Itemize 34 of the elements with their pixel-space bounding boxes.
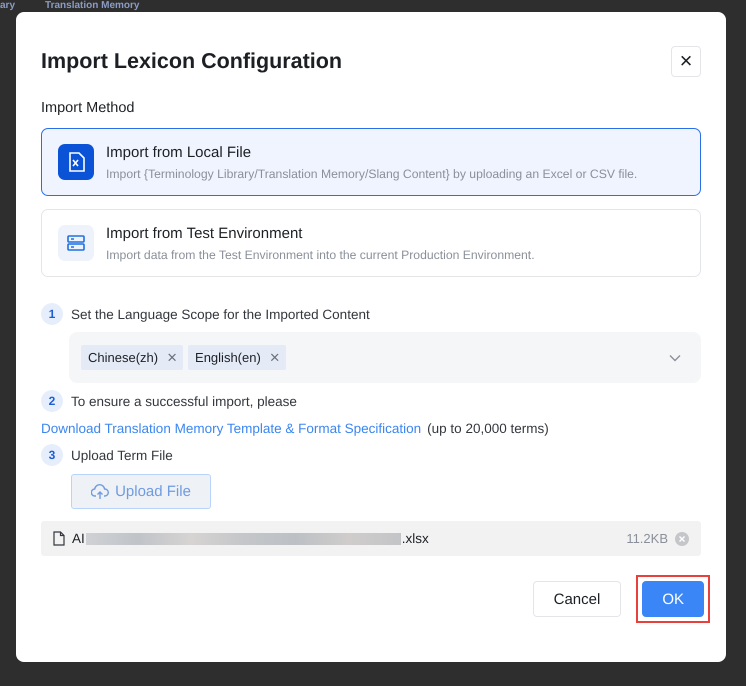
close-button[interactable]: × [671, 46, 701, 76]
confirm-button[interactable]: OK [642, 581, 704, 617]
step-number-badge: 1 [41, 303, 63, 325]
file-icon [53, 531, 65, 546]
file-name: AI .xlsx [72, 531, 429, 546]
option-description: Import {Terminology Library/Translation Memory/Slang Content} by uploading an Excel or CSV file. [106, 166, 638, 180]
step-number-badge: 2 [41, 390, 63, 412]
language-select[interactable]: Chinese(zh) × English(en) × [69, 332, 701, 383]
option-description: Import data from the Test Environment into the current Production Environment. [106, 248, 535, 262]
cloud-upload-icon [91, 484, 110, 500]
step-label: Upload Term File [71, 448, 173, 462]
dialog-title: Import Lexicon Configuration [41, 48, 342, 74]
background-tab-label[interactable]: Translation Memory [45, 0, 140, 12]
tag-label: English(en) [195, 350, 261, 365]
option-title: Import from Test Environment [106, 224, 304, 242]
remove-tag-button[interactable]: × [270, 349, 280, 366]
step-number-badge: 3 [41, 444, 63, 466]
step-label: Set the Language Scope for the Imported Content [71, 306, 370, 322]
chevron-down-icon [669, 354, 681, 362]
section-label: Import Method [41, 100, 136, 116]
server-icon [58, 225, 94, 261]
tag-label: Chinese(zh) [88, 350, 158, 365]
step-label: To ensure a successful import, please [71, 394, 297, 408]
import-method-option[interactable]: Import from Test Environment Import data from the Test Environment into the current Production Environment. [41, 209, 701, 277]
option-title: Import from Local File [106, 144, 252, 160]
term-limit-note: (up to 20,000 terms) [427, 420, 549, 436]
background-tab-label[interactable]: ary [0, 0, 16, 12]
import-method-option[interactable]: Import from Local File Import {Terminology Library/Translation Memory/Slang Content} by uploading an Excel or CSV file. [41, 128, 701, 196]
excel-file-icon [58, 144, 94, 180]
file-size: 11.2KB [626, 531, 668, 546]
remove-file-icon[interactable] [675, 532, 689, 546]
template-download-link[interactable]: Download Translation Memory Template & Format Specification [41, 420, 422, 436]
cancel-button[interactable]: Cancel [532, 581, 622, 617]
remove-tag-button[interactable]: × [167, 349, 178, 366]
